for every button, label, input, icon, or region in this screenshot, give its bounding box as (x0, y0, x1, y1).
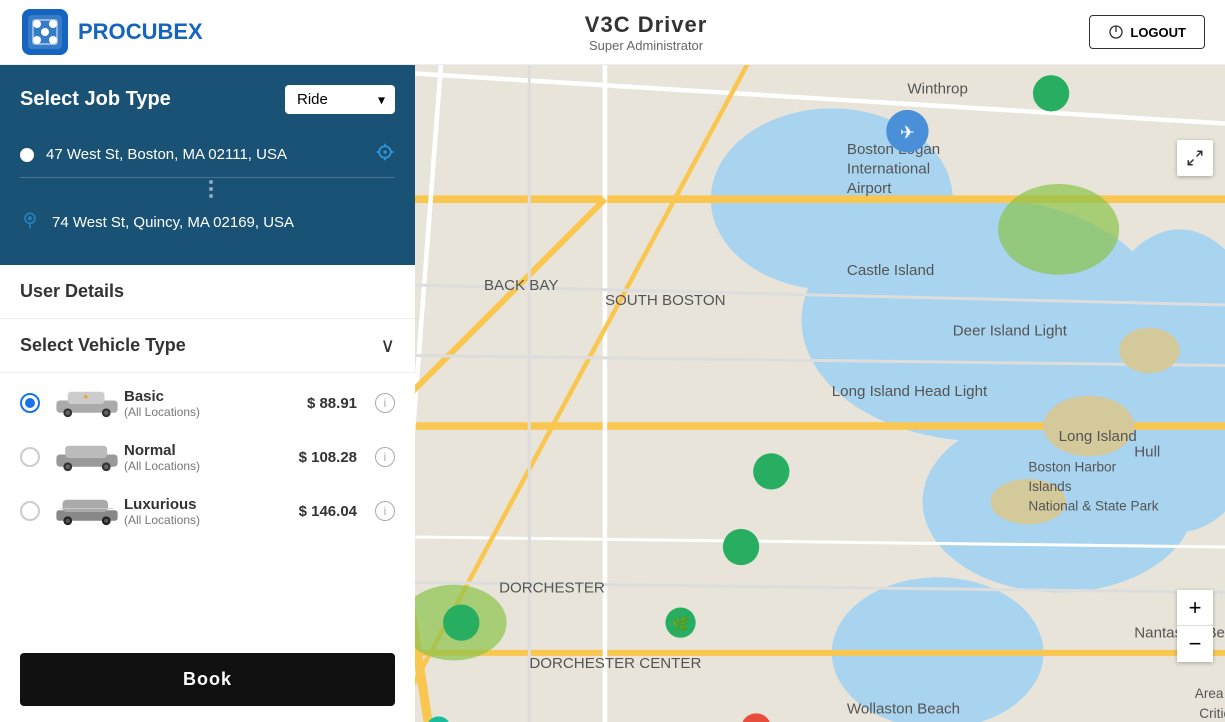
destination-pin-icon (20, 210, 40, 235)
car-image-basic: ★ (52, 383, 112, 423)
header-subtitle: Super Administrator (585, 38, 708, 53)
vehicle-option-normal[interactable]: Normal (All Locations) $ 108.28 i (20, 437, 395, 477)
info-icon-normal[interactable]: i (375, 447, 395, 467)
svg-text:Airport: Airport (847, 180, 892, 197)
map-zoom-controls: + − (1177, 590, 1213, 662)
logo-icon (20, 7, 70, 57)
svg-text:Hull: Hull (1134, 443, 1160, 460)
vehicle-options-list: ★ Basic (All Locations) $ 88.91 i (0, 373, 415, 541)
vehicle-name-luxurious: Luxurious (124, 496, 287, 513)
origin-text: 47 West St, Boston, MA 02111, USA (46, 146, 363, 163)
header-center: V3C Driver Super Administrator (585, 12, 708, 53)
power-icon (1108, 24, 1124, 40)
destination-text: 74 West St, Quincy, MA 02169, USA (52, 214, 395, 231)
svg-text:Wollaston Beach: Wollaston Beach (847, 700, 960, 717)
vehicle-price-basic: $ 88.91 (307, 395, 357, 412)
destination-row: 74 West St, Quincy, MA 02169, USA (20, 200, 395, 245)
sidebar-top: Select Job Type Ride Delivery 47 West St… (0, 65, 415, 265)
vehicle-option-basic[interactable]: ★ Basic (All Locations) $ 88.91 i (20, 383, 395, 423)
header-title: V3C Driver (585, 12, 708, 38)
job-type-select-wrapper[interactable]: Ride Delivery (285, 85, 395, 114)
vehicle-info-normal: Normal (All Locations) (124, 442, 287, 473)
vehicle-price-normal: $ 108.28 (299, 449, 357, 466)
info-icon-luxurious[interactable]: i (375, 501, 395, 521)
car-image-luxurious (52, 491, 112, 531)
logo-text: PROCUBEX (78, 19, 203, 45)
user-details-section: User Details (0, 265, 415, 319)
book-button[interactable]: Book (20, 653, 395, 706)
location-target-icon[interactable] (375, 142, 395, 167)
vehicle-type-header[interactable]: Select Vehicle Type ∨ (20, 333, 395, 358)
svg-text:Winthrop: Winthrop (907, 80, 967, 97)
vehicle-info-luxurious: Luxurious (All Locations) (124, 496, 287, 527)
zoom-in-button[interactable]: + (1177, 590, 1213, 626)
svg-text:Area of: Area of (1195, 686, 1225, 701)
vehicle-info-basic: Basic (All Locations) (124, 388, 295, 419)
logout-button[interactable]: LOGOUT (1089, 15, 1205, 49)
radio-basic[interactable] (20, 393, 40, 413)
radio-normal[interactable] (20, 447, 40, 467)
job-type-label: Select Job Type (20, 88, 171, 111)
job-type-row: Select Job Type Ride Delivery (20, 85, 395, 114)
vehicle-type-title: Select Vehicle Type (20, 335, 186, 356)
logo-pro: PRO (78, 19, 126, 44)
zoom-out-button[interactable]: − (1177, 626, 1213, 662)
crosshair-icon (375, 142, 395, 162)
logo-cubex: CUBEX (126, 19, 203, 44)
header: PROCUBEX V3C Driver Super Administrator … (0, 0, 1225, 65)
svg-text:DORCHESTER: DORCHESTER (499, 579, 605, 596)
origin-dot (20, 148, 34, 162)
vehicle-locations-basic: (All Locations) (124, 405, 295, 419)
svg-text:Long Island Head Light: Long Island Head Light (832, 383, 988, 400)
route-connector (27, 178, 395, 200)
vehicle-name-basic: Basic (124, 388, 295, 405)
svg-text:Islands: Islands (1028, 479, 1071, 494)
svg-text:★: ★ (83, 393, 89, 401)
svg-text:BACK BAY: BACK BAY (484, 277, 558, 294)
vehicle-locations-luxurious: (All Locations) (124, 513, 287, 527)
radio-inner-basic (25, 398, 35, 408)
book-section: Book (0, 637, 415, 722)
svg-text:Critica...: Critica... (1199, 706, 1225, 721)
vehicle-name-normal: Normal (124, 442, 287, 459)
origin-row: 47 West St, Boston, MA 02111, USA (20, 132, 395, 178)
vehicle-type-section: Select Vehicle Type ∨ (0, 319, 415, 373)
svg-text:Long Island: Long Island (1059, 428, 1137, 445)
vehicle-price-luxurious: $ 146.04 (299, 503, 357, 520)
chevron-down-icon: ∨ (380, 333, 395, 358)
svg-text:SOUTH BOSTON: SOUTH BOSTON (605, 292, 726, 309)
user-details-title: User Details (20, 281, 395, 302)
logo: PROCUBEX (20, 7, 203, 57)
fullscreen-icon (1186, 149, 1204, 167)
svg-text:✈: ✈ (900, 123, 915, 143)
svg-text:🌿: 🌿 (672, 616, 689, 632)
vehicle-locations-normal: (All Locations) (124, 459, 287, 473)
info-icon-basic[interactable]: i (375, 393, 395, 413)
svg-text:DORCHESTER CENTER: DORCHESTER CENTER (529, 655, 701, 672)
job-type-select[interactable]: Ride Delivery (285, 85, 395, 114)
fullscreen-button[interactable] (1177, 140, 1213, 176)
svg-text:Castle Island: Castle Island (847, 262, 934, 279)
svg-text:Boston Harbor: Boston Harbor (1028, 459, 1116, 474)
sidebar: Select Job Type Ride Delivery 47 West St… (0, 65, 415, 722)
logout-label: LOGOUT (1130, 25, 1186, 40)
svg-text:International: International (847, 160, 930, 177)
sidebar-bottom: User Details Select Vehicle Type ∨ (0, 265, 415, 722)
radio-luxurious[interactable] (20, 501, 40, 521)
vehicle-option-luxurious[interactable]: Luxurious (All Locations) $ 146.04 i (20, 491, 395, 531)
svg-text:National & State Park: National & State Park (1028, 499, 1158, 514)
svg-text:Deer Island Light: Deer Island Light (953, 322, 1068, 339)
car-image-normal (52, 437, 112, 477)
